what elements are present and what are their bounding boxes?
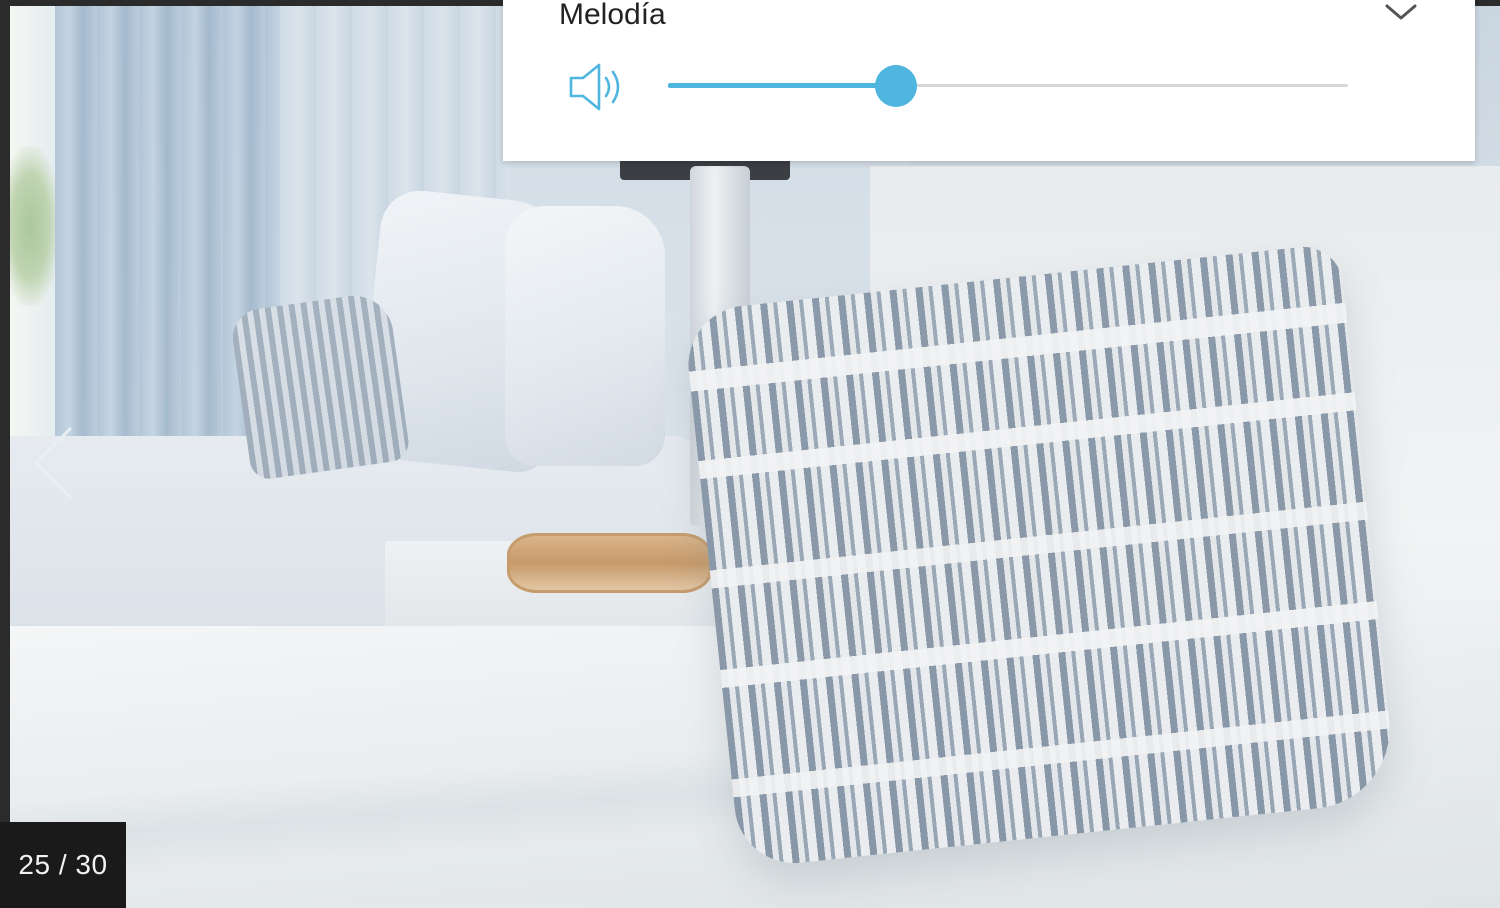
photo-back-pillow: [505, 206, 665, 466]
chevron-down-icon: [1385, 4, 1417, 20]
gallery-viewer: 25 / 30 Melodía: [0, 0, 1500, 908]
previous-photo-button[interactable]: [28, 425, 78, 501]
mute-button[interactable]: [567, 60, 627, 114]
speaker-volume-icon: [569, 63, 620, 111]
photo-pillow-stripes: [682, 243, 1398, 869]
photo-patterned-pillow-small: [228, 290, 412, 482]
volume-slider[interactable]: [668, 65, 1348, 107]
photo-tray: [507, 533, 712, 593]
audio-player-panel: Melodía: [503, 0, 1475, 161]
photo-counter-text: 25 / 30: [18, 849, 108, 880]
volume-slider-fill: [668, 83, 896, 88]
audio-track-title: Melodía: [559, 0, 666, 31]
volume-slider-thumb[interactable]: [874, 65, 917, 107]
photo-plant: [10, 146, 60, 306]
chevron-left-icon: [34, 427, 72, 499]
collapse-audio-button[interactable]: [1383, 0, 1419, 24]
photo-counter: 25 / 30: [0, 822, 126, 908]
